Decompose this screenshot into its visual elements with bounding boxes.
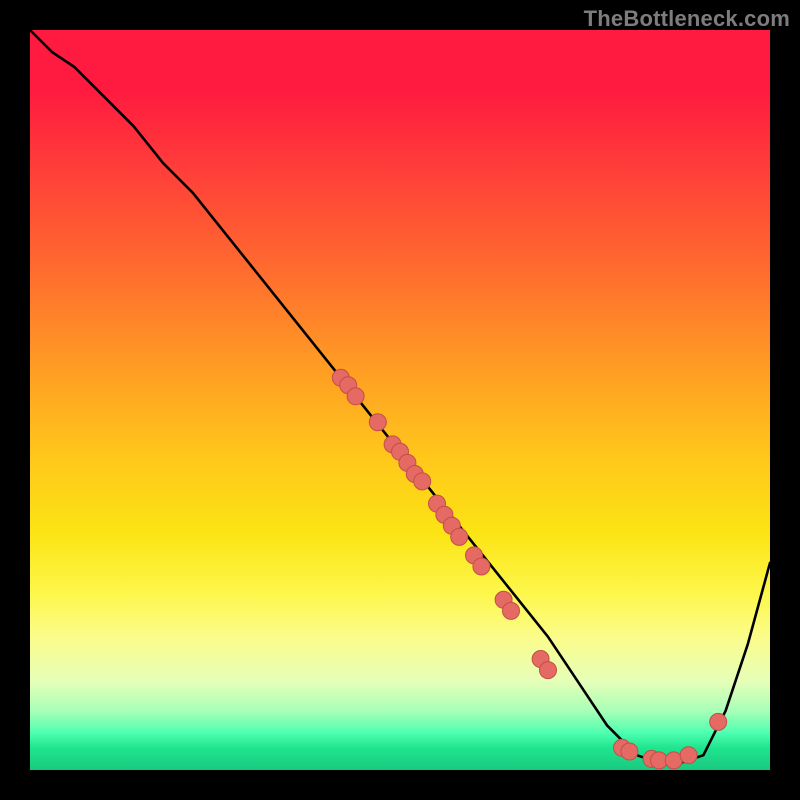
chart-marker bbox=[414, 473, 431, 490]
chart-marker bbox=[347, 388, 364, 405]
chart-marker bbox=[621, 743, 638, 760]
chart-plot-area bbox=[30, 30, 770, 770]
attribution-label: TheBottleneck.com bbox=[584, 6, 790, 32]
chart-marker bbox=[473, 558, 490, 575]
chart-marker bbox=[680, 747, 697, 764]
chart-marker bbox=[369, 414, 386, 431]
chart-stage: TheBottleneck.com bbox=[0, 0, 800, 800]
chart-marker bbox=[710, 713, 727, 730]
chart-marker bbox=[503, 602, 520, 619]
chart-overlay bbox=[30, 30, 770, 770]
chart-marker bbox=[540, 662, 557, 679]
chart-marker bbox=[451, 528, 468, 545]
bottleneck-curve bbox=[30, 30, 770, 763]
chart-markers bbox=[332, 369, 726, 769]
